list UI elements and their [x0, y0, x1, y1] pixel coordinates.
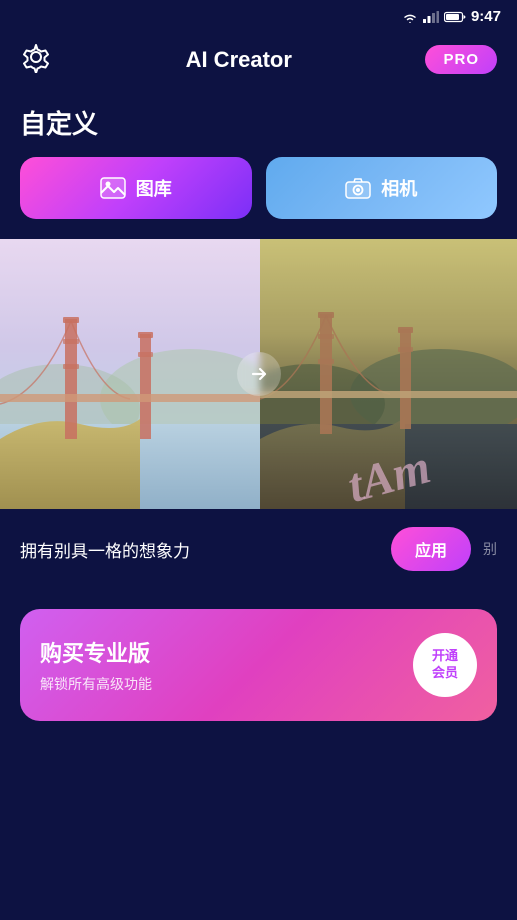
wifi-icon	[402, 11, 418, 23]
pro-card-subtitle: 解锁所有高级功能	[40, 674, 152, 694]
header: AI Creator PRO	[0, 33, 517, 94]
next-hint: 别	[483, 539, 497, 559]
arrow-right-icon	[248, 363, 270, 385]
gallery-label: 图库	[136, 175, 172, 201]
camera-label: 相机	[381, 175, 417, 201]
apply-row: 拥有别具一格的想象力 应用 别	[0, 509, 517, 589]
activate-membership-button[interactable]: 开通 会员	[413, 633, 477, 697]
section-title: 自定义	[0, 94, 517, 157]
apply-description: 拥有别具一格的想象力	[20, 537, 190, 562]
pro-btn-line2: 会员	[432, 665, 458, 682]
app-title: AI Creator	[186, 47, 292, 73]
gallery-icon	[100, 177, 126, 199]
pro-card-text: 购买专业版 解锁所有高级功能	[40, 636, 152, 694]
status-icons: 9:47	[402, 8, 501, 25]
action-buttons: 图库 相机	[0, 157, 517, 219]
camera-button[interactable]: 相机	[266, 157, 498, 219]
apply-button[interactable]: 应用	[391, 527, 471, 571]
image-original	[0, 239, 260, 509]
settings-icon[interactable]	[20, 41, 52, 78]
gallery-button[interactable]: 图库	[20, 157, 252, 219]
pro-btn-line1: 开通	[432, 648, 458, 665]
compare-arrow[interactable]	[237, 352, 281, 396]
battery-icon	[444, 11, 466, 23]
pro-card-title: 购买专业版	[40, 636, 152, 668]
signal-icon	[423, 11, 439, 23]
pro-badge[interactable]: PRO	[425, 45, 497, 74]
pro-purchase-card: 购买专业版 解锁所有高级功能 开通 会员	[20, 609, 497, 721]
image-row: tAm	[0, 239, 517, 509]
image-filtered: tAm	[260, 239, 517, 509]
status-bar: 9:47	[0, 0, 517, 33]
image-comparison: tAm	[0, 239, 517, 509]
camera-icon	[345, 177, 371, 199]
status-time: 9:47	[471, 8, 501, 25]
